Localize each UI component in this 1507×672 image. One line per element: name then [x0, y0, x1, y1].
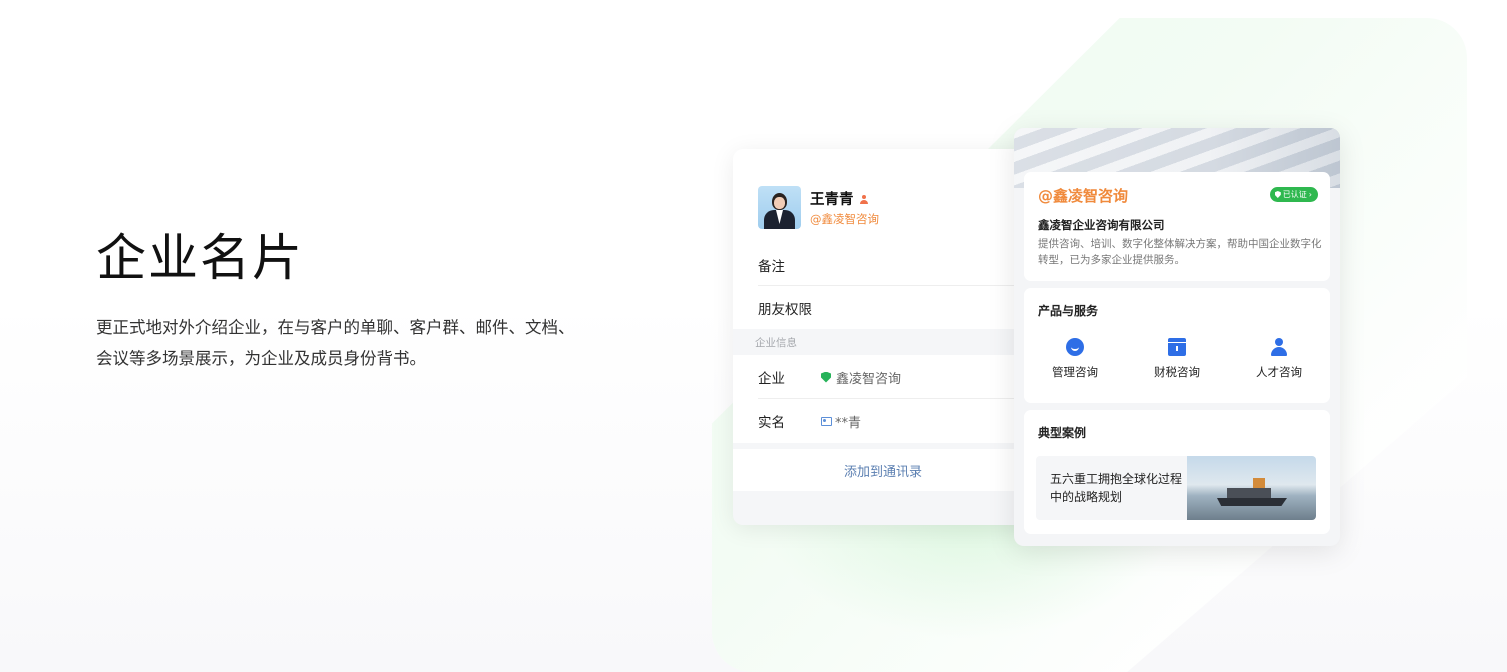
- enterprise-value-text: 鑫凌智咨询: [836, 371, 902, 387]
- verified-shield-icon: [821, 371, 831, 383]
- service-talent[interactable]: 人才咨询: [1228, 338, 1330, 380]
- service-label: 管理咨询: [1052, 365, 1098, 379]
- enterprise-description: 提供咨询、培训、数字化整体解决方案，帮助中国企业数字化转型，已为多家企业提供服务…: [1038, 238, 1322, 266]
- services-list: 管理咨询 财税咨询 人才咨询: [1024, 338, 1330, 380]
- verified-badge[interactable]: 已认证 ›: [1269, 187, 1318, 202]
- enterprise-full-name: 鑫凌智企业咨询有限公司: [1038, 218, 1165, 232]
- service-label: 人才咨询: [1256, 365, 1302, 379]
- cases-panel: 典型案例 五六重工拥抱全球化过程中的战略规划: [1024, 410, 1330, 534]
- enterprise-info-panel: @鑫凌智咨询 已认证 › 鑫凌智企业咨询有限公司 提供咨询、培训、数字化整体解决…: [1024, 172, 1330, 281]
- case-photo: [1187, 456, 1316, 520]
- chat-icon: [1066, 338, 1084, 356]
- remark-row[interactable]: 备注: [733, 243, 1033, 286]
- profile-header: 王青青 @鑫凌智咨询: [733, 149, 1033, 243]
- enterprise-value: 鑫凌智咨询: [821, 368, 901, 387]
- avatar[interactable]: [758, 186, 801, 229]
- products-title: 产品与服务: [1038, 304, 1099, 318]
- service-label: 财税咨询: [1154, 365, 1200, 379]
- contact-card: 王青青 @鑫凌智咨询 备注 朋友权限 企业信息 企业 鑫凌智咨询 实名 **青 …: [733, 149, 1033, 525]
- friend-permission-label: 朋友权限: [758, 301, 812, 318]
- realname-value: **青: [821, 412, 861, 431]
- page-title: 企业名片: [96, 229, 304, 287]
- case-item[interactable]: 五六重工拥抱全球化过程中的战略规划: [1036, 456, 1316, 520]
- person-icon: [859, 195, 869, 205]
- contact-name-text: 王青青: [810, 192, 854, 208]
- page-description: 更正式地对外介绍企业，在与客户的单聊、客户群、邮件、文档、会议等多场景展示，为企…: [96, 318, 575, 368]
- enterprise-card: @鑫凌智咨询 已认证 › 鑫凌智企业咨询有限公司 提供咨询、培训、数字化整体解决…: [1014, 128, 1340, 546]
- chevron-right-icon: ›: [1308, 190, 1312, 199]
- cases-title: 典型案例: [1038, 426, 1087, 440]
- contact-name: 王青青: [810, 188, 869, 209]
- enterprise-name: @鑫凌智咨询: [1038, 187, 1129, 205]
- friend-permission-row[interactable]: 朋友权限: [733, 286, 1033, 329]
- user-icon: [1270, 338, 1288, 356]
- enterprise-row[interactable]: 企业 鑫凌智咨询: [733, 355, 1033, 399]
- realname-row: 实名 **青: [733, 399, 1033, 443]
- service-management[interactable]: 管理咨询: [1024, 338, 1126, 380]
- id-card-icon: [821, 416, 832, 426]
- realname-value-text: **青: [835, 415, 862, 431]
- verified-label: 已认证: [1282, 190, 1307, 199]
- realname-label: 实名: [758, 415, 785, 431]
- add-to-contacts-button[interactable]: 添加到通讯录: [733, 449, 1033, 491]
- ship-image: [1217, 478, 1287, 506]
- box-icon: [1168, 338, 1186, 356]
- shield-icon: [1274, 191, 1281, 198]
- case-title: 五六重工拥抱全球化过程中的战略规划: [1050, 472, 1183, 504]
- section-label-enterprise-info: 企业信息: [755, 337, 797, 349]
- products-panel: 产品与服务 管理咨询 财税咨询 人才咨询: [1024, 288, 1330, 403]
- remark-label: 备注: [758, 258, 785, 275]
- service-finance[interactable]: 财税咨询: [1126, 338, 1228, 380]
- enterprise-label: 企业: [758, 371, 785, 387]
- contact-company-tag[interactable]: @鑫凌智咨询: [810, 211, 879, 227]
